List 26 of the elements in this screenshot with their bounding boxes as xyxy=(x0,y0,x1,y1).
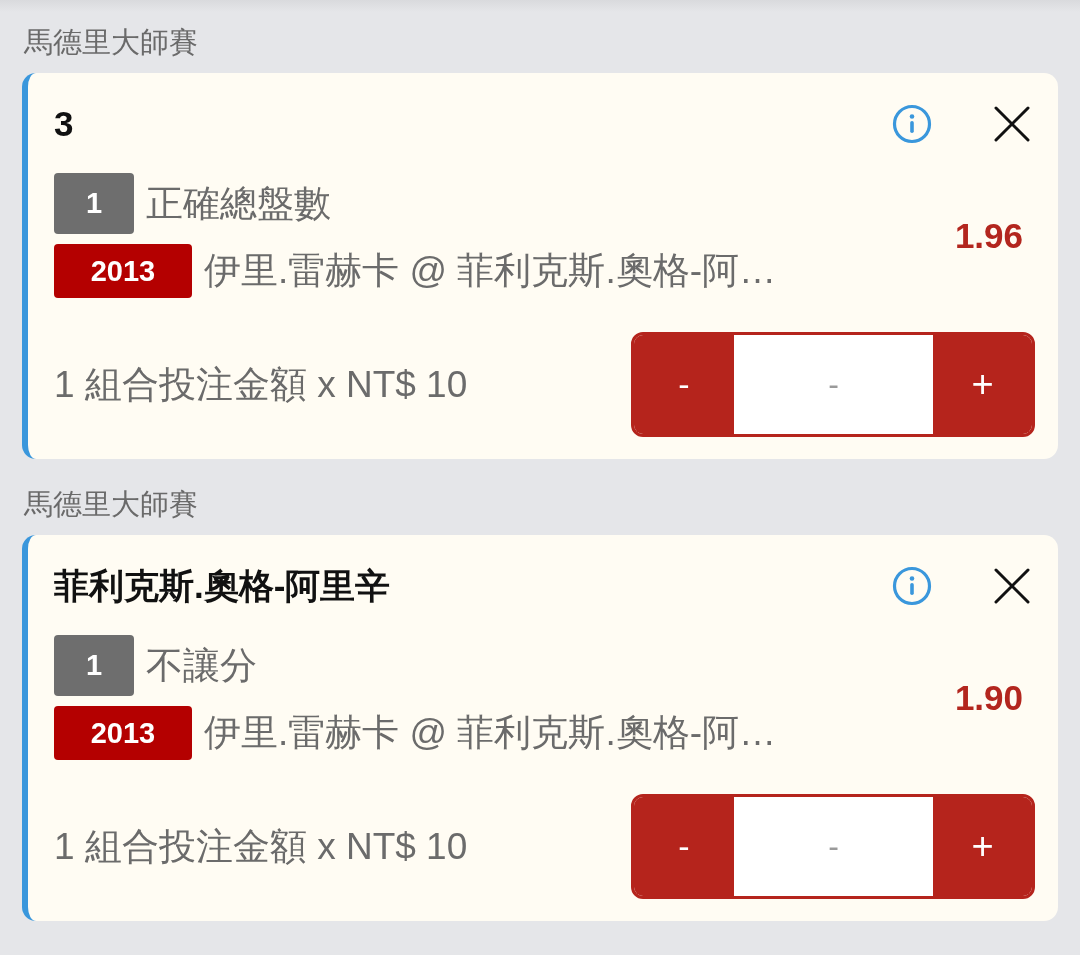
selection-number-badge: 1 xyxy=(54,635,134,696)
odds-value: 1.96 xyxy=(954,215,1023,256)
event-name: 伊里.雷赫卡 @ 菲利克斯.奧格-阿… xyxy=(204,249,776,293)
increase-button[interactable]: + xyxy=(933,335,1032,434)
stake-input[interactable]: - xyxy=(734,797,933,896)
competition-label: 馬德里大師賽 xyxy=(23,25,199,60)
stake-summary: 1 組合投注金額 x NT$ 10 xyxy=(54,824,468,869)
event-code-badge: 2013 xyxy=(54,706,192,760)
close-icon[interactable] xyxy=(994,568,1030,604)
increase-button[interactable]: + xyxy=(933,797,1032,896)
bet-title: 菲利克斯.奧格-阿里辛 xyxy=(54,565,391,607)
info-icon[interactable] xyxy=(892,566,932,606)
info-icon[interactable] xyxy=(892,104,932,144)
close-icon[interactable] xyxy=(994,106,1030,142)
competition-label: 馬德里大師賽 xyxy=(23,487,199,522)
market-name: 不讓分 xyxy=(146,643,257,688)
stake-summary: 1 組合投注金額 x NT$ 10 xyxy=(54,362,468,407)
decrease-button[interactable]: - xyxy=(634,797,734,896)
market-name: 正確總盤數 xyxy=(146,181,331,226)
stake-input[interactable]: - xyxy=(734,335,933,434)
event-name: 伊里.雷赫卡 @ 菲利克斯.奧格-阿… xyxy=(204,711,776,755)
odds-value: 1.90 xyxy=(954,677,1023,718)
selection-number-badge: 1 xyxy=(54,173,134,234)
event-code-badge: 2013 xyxy=(54,244,192,298)
bet-title: 3 xyxy=(54,103,74,145)
decrease-button[interactable]: - xyxy=(634,335,734,434)
